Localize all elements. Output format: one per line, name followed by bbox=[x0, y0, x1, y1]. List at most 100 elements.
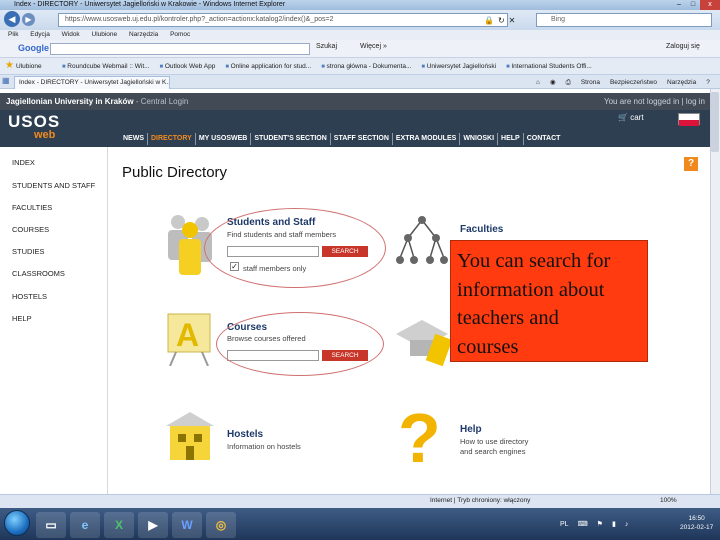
help-title[interactable]: Help bbox=[460, 424, 482, 435]
favorite-link[interactable]: Online application for stud... bbox=[225, 58, 312, 75]
help-desc-line2: and search engines bbox=[460, 447, 526, 456]
stop-icon[interactable]: ✕ bbox=[509, 16, 516, 25]
favorites-label[interactable]: Ulubione bbox=[16, 58, 42, 75]
window-title: Index - DIRECTORY - Uniwersytet Jagiello… bbox=[0, 0, 720, 10]
sidebar-item-faculties[interactable]: FACULTIES bbox=[12, 203, 52, 212]
menu-item[interactable]: Narzędzia bbox=[129, 31, 158, 38]
keyboard-icon[interactable]: ⌨ bbox=[578, 520, 588, 528]
favorite-link[interactable]: strona główna - Dokumenta... bbox=[321, 58, 411, 75]
nav-wnioski[interactable]: WNIOSKI bbox=[460, 133, 499, 145]
favorite-link[interactable]: Outlook Web App bbox=[160, 58, 215, 75]
sidebar-item-studies[interactable]: STUDIES bbox=[12, 247, 45, 256]
university-name[interactable]: Jagiellonian University in Kraków bbox=[6, 97, 134, 106]
faculties-title[interactable]: Faculties bbox=[460, 224, 503, 235]
lock-icon[interactable]: 🔒 bbox=[484, 16, 494, 25]
command-item[interactable]: Bezpieczeństwo bbox=[610, 76, 657, 89]
command-item[interactable]: Narzędzia bbox=[667, 76, 696, 89]
folder-icon[interactable]: ▭ bbox=[36, 512, 66, 538]
tab-directory[interactable]: Index - DIRECTORY - Uniwersytet Jagiello… bbox=[14, 76, 170, 89]
menu-item[interactable]: Widok bbox=[62, 31, 80, 38]
central-login-label: - Central Login bbox=[135, 97, 189, 106]
nav-extra-modules[interactable]: EXTRA MODULES bbox=[393, 133, 461, 145]
home-icon[interactable]: ⌂ bbox=[536, 76, 540, 89]
excel-icon[interactable]: X bbox=[104, 512, 134, 538]
word-icon[interactable]: W bbox=[172, 512, 202, 538]
cart-link[interactable]: 🛒 cart bbox=[618, 113, 644, 122]
google-search-input[interactable] bbox=[50, 43, 310, 55]
question-mark-icon: ? bbox=[398, 400, 441, 470]
main-navigation: NEWS DIRECTORY MY USOSWEB STUDENT'S SECT… bbox=[120, 133, 563, 145]
volume-icon[interactable]: ♪ bbox=[625, 521, 629, 528]
sidebar-item-index[interactable]: INDEX bbox=[12, 158, 35, 167]
forward-arrow-icon[interactable]: ▶ bbox=[22, 13, 35, 26]
zoom-level[interactable]: 100% bbox=[660, 494, 677, 508]
sidebar-item-classrooms[interactable]: CLASSROOMS bbox=[12, 269, 65, 278]
nav-my-usosweb[interactable]: MY USOSWEB bbox=[196, 133, 252, 145]
grid-icon[interactable]: ▦ bbox=[2, 76, 10, 85]
annotation-callout: You can search for information about tea… bbox=[450, 240, 648, 362]
sidebar-item-help[interactable]: HELP bbox=[12, 314, 32, 323]
start-button[interactable] bbox=[4, 510, 30, 536]
svg-text:A: A bbox=[176, 317, 199, 353]
menu-item[interactable]: Ulubione bbox=[92, 31, 118, 38]
command-item[interactable]: Strona bbox=[581, 76, 600, 89]
nav-help[interactable]: HELP bbox=[498, 133, 524, 145]
system-tray: PL ⌨ ⚑ ▮ ♪ bbox=[560, 512, 628, 536]
close-button[interactable]: x bbox=[700, 0, 720, 10]
print-icon[interactable]: ⎙ bbox=[566, 76, 571, 89]
sidebar-item-students-and-staff[interactable]: STUDENTS AND STAFF bbox=[12, 181, 95, 190]
favorite-link[interactable]: Roundcube Webmail :: Wit... bbox=[62, 58, 149, 75]
refresh-icon[interactable]: ↻ bbox=[498, 16, 505, 25]
help-circle-icon[interactable]: ? bbox=[706, 76, 710, 89]
star-icon[interactable]: ★ bbox=[5, 60, 14, 71]
clock-time: 16:50 bbox=[688, 515, 705, 522]
sidebar-item-hostels[interactable]: HOSTELS bbox=[12, 292, 47, 301]
back-arrow-icon[interactable]: ◀ bbox=[4, 11, 20, 27]
polish-flag-icon[interactable] bbox=[678, 113, 700, 126]
menu-item[interactable]: Pomoc bbox=[170, 31, 190, 38]
nav-contact[interactable]: CONTACT bbox=[524, 133, 564, 145]
google-search-button[interactable]: Szukaj bbox=[316, 43, 337, 50]
hostels-title[interactable]: Hostels bbox=[227, 429, 263, 440]
tree-diagram-icon bbox=[396, 216, 448, 264]
callout-line: teachers and bbox=[457, 307, 559, 329]
highlight-ellipse bbox=[216, 312, 384, 376]
google-logo: Google bbox=[18, 43, 49, 53]
clock[interactable]: 16:50 2012-02-17 bbox=[680, 514, 713, 532]
menu-item[interactable]: Edycja bbox=[30, 31, 50, 38]
nav-staff-section[interactable]: STAFF SECTION bbox=[331, 133, 393, 145]
nav-directory[interactable]: DIRECTORY bbox=[148, 133, 196, 145]
callout-line: You can search for bbox=[457, 250, 611, 272]
chrome-icon[interactable]: ◎ bbox=[206, 512, 236, 538]
url-input[interactable]: https://www.usosweb.uj.edu.pl/kontroler.… bbox=[58, 13, 508, 27]
clock-date: 2012-02-17 bbox=[680, 524, 714, 531]
menu-item[interactable]: Plik bbox=[8, 31, 18, 38]
favorite-link[interactable]: International Students Offi... bbox=[506, 58, 591, 75]
maximize-button[interactable]: □ bbox=[686, 0, 700, 10]
flag-tray-icon[interactable]: ⚑ bbox=[597, 520, 603, 528]
search-input[interactable]: Bing bbox=[536, 13, 712, 27]
nav-news[interactable]: NEWS bbox=[120, 133, 148, 145]
minimize-button[interactable]: – bbox=[672, 0, 686, 10]
command-bar: ⌂ ◉ ⎙ Strona Bezpieczeństwo Narzędzia ? bbox=[536, 76, 710, 89]
google-more-button[interactable]: Więcej » bbox=[360, 43, 387, 50]
nav-students-section[interactable]: STUDENT'S SECTION bbox=[251, 133, 331, 145]
favorite-link[interactable]: Uniwersytet Jagielloński bbox=[421, 58, 496, 75]
help-desc-line1: How to use directory bbox=[460, 437, 529, 446]
security-zone: Internet | Tryb chroniony: włączony bbox=[430, 497, 531, 504]
internet-explorer-icon[interactable]: e bbox=[70, 512, 100, 538]
google-signin-link[interactable]: Zaloguj się bbox=[666, 43, 700, 50]
help-icon[interactable]: ? bbox=[684, 157, 698, 171]
feed-icon[interactable]: ◉ bbox=[550, 76, 556, 89]
highlight-ellipse bbox=[204, 208, 386, 288]
address-icons: 🔒 ↻ ✕ bbox=[484, 13, 515, 27]
sidebar-item-courses[interactable]: COURSES bbox=[12, 225, 49, 234]
scrollbar-thumb[interactable] bbox=[711, 92, 719, 152]
network-icon[interactable]: ▮ bbox=[612, 520, 616, 528]
menu-bar: Plik Edycja Widok Ulubione Narzędzia Pom… bbox=[0, 30, 720, 40]
language-indicator[interactable]: PL bbox=[560, 521, 569, 528]
media-player-icon[interactable]: ▶ bbox=[138, 512, 168, 538]
callout-line: courses bbox=[457, 335, 519, 358]
login-status[interactable]: You are not logged in | log in bbox=[604, 93, 705, 110]
svg-text:?: ? bbox=[398, 400, 441, 470]
